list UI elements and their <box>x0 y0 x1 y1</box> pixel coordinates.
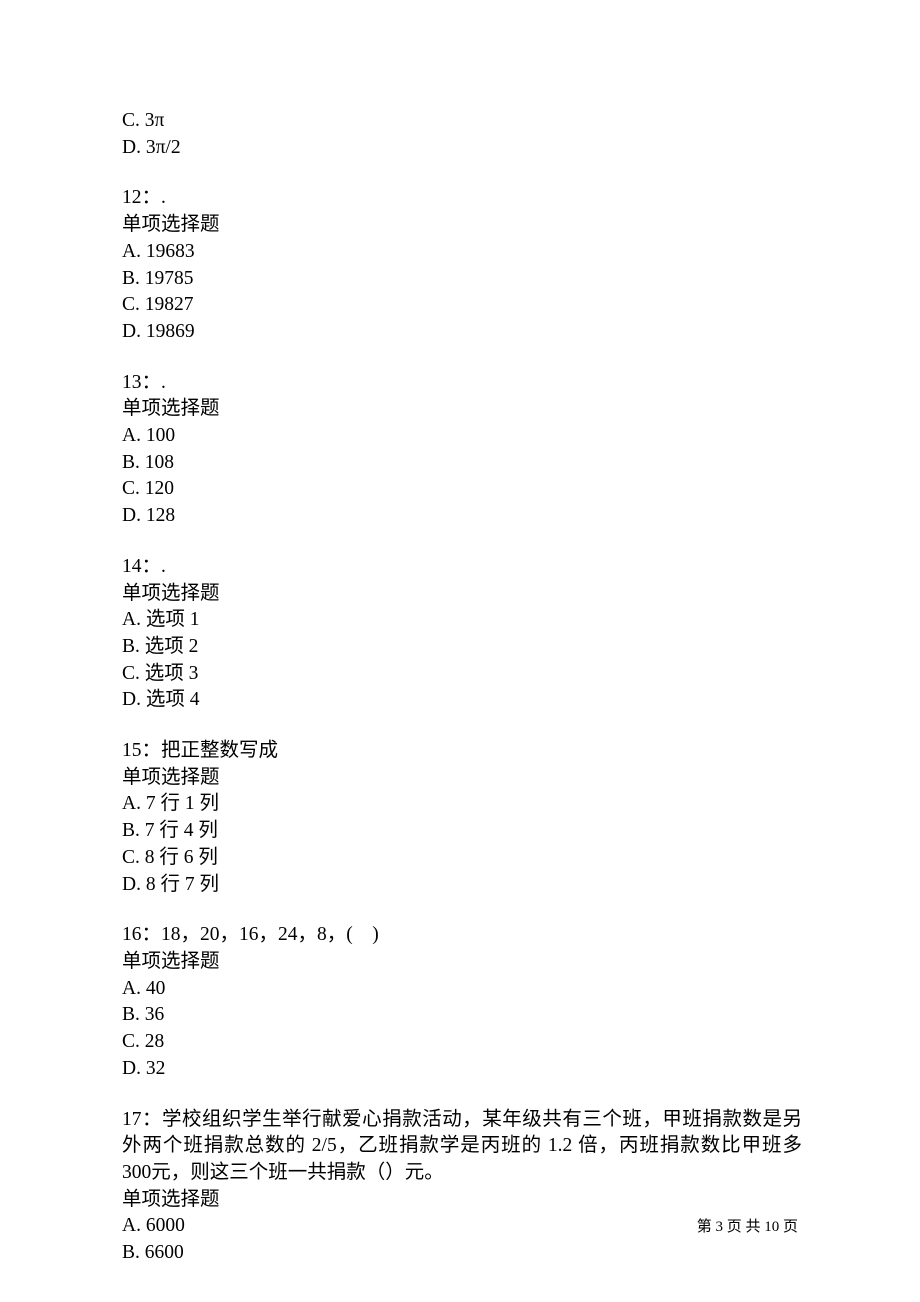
question-header: 13：. <box>122 370 802 397</box>
option-b: B. 108 <box>122 450 802 477</box>
option-a: A. 40 <box>122 976 802 1003</box>
option-a: A. 7 行 1 列 <box>122 791 802 818</box>
page-footer: 第 3 页 共 10 页 <box>697 1217 798 1238</box>
option-a: A. 19683 <box>122 239 802 266</box>
option-d: D. 8 行 7 列 <box>122 872 802 899</box>
option-b: B. 7 行 4 列 <box>122 818 802 845</box>
question-header: 17：学校组织学生举行献爱心捐款活动，某年级共有三个班，甲班捐款数是另外两个班捐… <box>122 1107 802 1187</box>
option-d: D. 选项 4 <box>122 687 802 714</box>
question-type: 单项选择题 <box>122 396 802 423</box>
option-c: C. 8 行 6 列 <box>122 845 802 872</box>
option-a: A. 选项 1 <box>122 607 802 634</box>
option-b: B. 19785 <box>122 266 802 293</box>
option-b: B. 选项 2 <box>122 634 802 661</box>
option-b: B. 6600 <box>122 1240 802 1267</box>
option-d: D. 19869 <box>122 319 802 346</box>
question-header: 12：. <box>122 185 802 212</box>
option-c: C. 选项 3 <box>122 661 802 688</box>
option-d: D. 32 <box>122 1056 802 1083</box>
question-type: 单项选择题 <box>122 1187 802 1214</box>
page-number: 第 3 页 共 10 页 <box>697 1219 798 1235</box>
question-header: 14：. <box>122 554 802 581</box>
option-c: C. 19827 <box>122 292 802 319</box>
option-c: C. 120 <box>122 476 802 503</box>
question-16: 16：18，20，16，24，8，( ) 单项选择题 A. 40 B. 36 C… <box>122 922 802 1082</box>
question-type: 单项选择题 <box>122 949 802 976</box>
option-a: A. 100 <box>122 423 802 450</box>
question-15: 15：把正整数写成 单项选择题 A. 7 行 1 列 B. 7 行 4 列 C.… <box>122 738 802 898</box>
question-type: 单项选择题 <box>122 765 802 792</box>
option-c: C. 28 <box>122 1029 802 1056</box>
option-d: D. 128 <box>122 503 802 530</box>
option-c: C. 3π <box>122 108 802 135</box>
question-17: 17：学校组织学生举行献爱心捐款活动，某年级共有三个班，甲班捐款数是另外两个班捐… <box>122 1107 802 1267</box>
question-13: 13：. 单项选择题 A. 100 B. 108 C. 120 D. 128 <box>122 370 802 530</box>
question-14: 14：. 单项选择题 A. 选项 1 B. 选项 2 C. 选项 3 D. 选项… <box>122 554 802 714</box>
question-11-tail: C. 3π D. 3π/2 <box>122 108 802 161</box>
page: C. 3π D. 3π/2 12：. 单项选择题 A. 19683 B. 197… <box>0 0 920 1302</box>
content-area: C. 3π D. 3π/2 12：. 单项选择题 A. 19683 B. 197… <box>122 108 802 1291</box>
question-12: 12：. 单项选择题 A. 19683 B. 19785 C. 19827 D.… <box>122 185 802 345</box>
option-d: D. 3π/2 <box>122 135 802 162</box>
question-header: 16：18，20，16，24，8，( ) <box>122 922 802 949</box>
question-type: 单项选择题 <box>122 581 802 608</box>
question-type: 单项选择题 <box>122 212 802 239</box>
option-b: B. 36 <box>122 1002 802 1029</box>
question-header: 15：把正整数写成 <box>122 738 802 765</box>
